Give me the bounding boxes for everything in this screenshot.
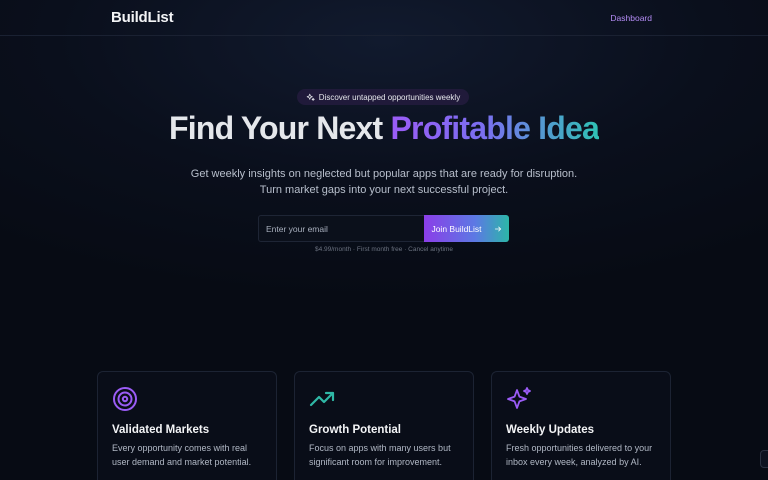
headline-highlight: Profitable Idea (390, 110, 600, 146)
subtitle-line-2: Turn market gaps into your next successf… (259, 184, 509, 196)
feature-card-growth-potential: Growth Potential Focus on apps with many… (294, 371, 474, 480)
subtitle-line-1: Get weekly insights on neglected but pop… (190, 168, 578, 180)
headline-plain: Find Your Next (168, 110, 391, 146)
floating-widget-button[interactable] (760, 450, 768, 468)
badge-text: Discover untapped opportunities weekly (318, 92, 461, 102)
join-button[interactable]: Join BuildList (424, 215, 509, 242)
sparkles-icon (306, 93, 315, 101)
email-input[interactable] (258, 215, 424, 242)
signup-form: Join BuildList (258, 215, 509, 242)
dashboard-link[interactable]: Dashboard (610, 13, 652, 23)
feature-card-weekly-updates: Weekly Updates Fresh opportunities deliv… (491, 371, 671, 480)
feature-title: Validated Markets (112, 424, 210, 436)
pricing-note: $4.99/month · First month free · Cancel … (314, 246, 453, 253)
target-icon (113, 387, 137, 411)
logo[interactable]: BuildList (111, 9, 174, 26)
feature-title: Growth Potential (309, 424, 401, 436)
feature-description: Every opportunity comes with real user d… (112, 443, 252, 467)
hero-subtitle: Get weekly insights on neglected but pop… (0, 166, 768, 198)
hero-badge: Discover untapped opportunities weekly (297, 89, 469, 105)
top-nav: BuildList Dashboard (0, 0, 768, 36)
arrow-right-icon (494, 226, 501, 231)
feature-card-validated-markets: Validated Markets Every opportunity come… (97, 371, 277, 480)
join-button-label: Join BuildList (431, 223, 482, 234)
hero-headline: Find Your Next Profitable Idea (0, 110, 768, 147)
feature-description: Fresh opportunities delivered to your in… (506, 443, 653, 467)
feature-description: Focus on apps with many users but signif… (309, 443, 451, 467)
trending-up-icon (309, 391, 335, 407)
feature-title: Weekly Updates (506, 424, 594, 436)
sparkles-icon (507, 387, 531, 409)
